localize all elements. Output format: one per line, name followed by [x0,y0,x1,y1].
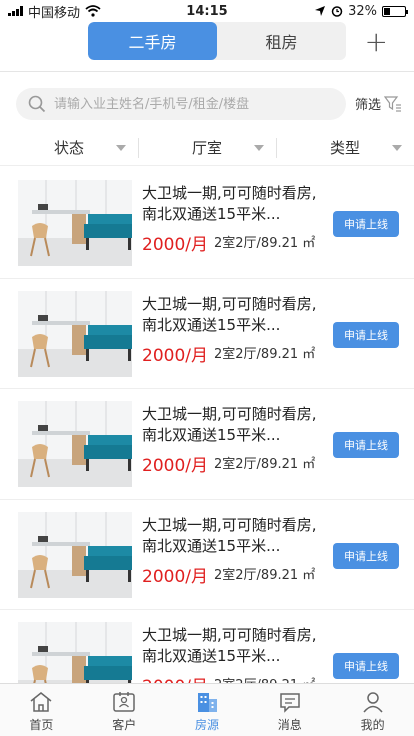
listing-price: 2000/月 [142,456,208,476]
home-icon [30,692,52,712]
listing-price: 2000/月 [142,235,208,255]
apply-online-button[interactable]: 申请上线 [333,321,399,348]
tab-home[interactable]: 首页 [0,684,83,736]
tab-messages[interactable]: 消息 [248,684,331,736]
building-icon [197,693,217,712]
user-icon [362,692,383,713]
listing-list: 大卫城一期,可可随时看房,南北双通送15平米... 2000/月 2室2厅/89… [0,168,414,683]
message-icon [280,693,300,713]
listing-row[interactable]: 大卫城一期,可可随时看房,南北双通送15平米... 2000/月 2室2厅/89… [0,389,414,500]
tab-listings[interactable]: 房源 [166,684,249,736]
tab-clients[interactable]: 客户 [83,684,166,736]
listing-row[interactable]: 大卫城一期,可可随时看房,南北双通送15平米... 2000/月 2室2厅/89… [0,500,414,610]
tab-mine-label: 我的 [360,718,385,732]
listing-title: 大卫城一期,可可随时看房,南北双通送15平米... [142,626,317,665]
apply-online-button[interactable]: 申请上线 [333,432,399,458]
search-row: 筛选 [0,88,414,120]
listing-spec: 2室2厅/89.21 ㎡ [214,346,316,362]
filter-label: 筛选 [355,98,382,113]
bottom-tabbar: 首页 客户 房源 消息 我的 [0,683,414,736]
apply-online-button[interactable]: 申请上线 [333,542,399,569]
listing-photo [18,511,132,598]
funnel-icon [384,95,402,112]
top-header: 二手房 租房 + [0,22,414,72]
search-box [16,88,346,120]
listing-title: 大卫城一期,可可随时看房,南北双通送15平米... [142,294,317,334]
listing-title: 大卫城一期,可可随时看房,南北双通送15平米... [142,515,317,555]
listing-row[interactable]: 大卫城一期,可可随时看房,南北双通送15平米... 2000/月 2室2厅/89… [0,168,414,279]
listing-spec: 2室2厅/89.21 ㎡ [214,457,316,472]
apply-online-button[interactable]: 申请上线 [333,653,399,679]
tab-mine[interactable]: 我的 [331,684,414,736]
battery-icon [382,5,408,17]
listing-row[interactable]: 大卫城一期,可可随时看房,南北双通送15平米... 2000/月 2室2厅/89… [0,279,414,389]
listing-row[interactable]: 大卫城一期,可可随时看房,南北双通送15平米... 2000/月 2室2厅/89… [0,610,414,683]
listing-price: 2000/月 [142,566,208,587]
caret-down-icon [116,145,126,151]
filter-type[interactable]: 类型 [276,130,414,165]
tab-rental[interactable]: 租房 [217,22,346,60]
clock: 14:15 [186,3,228,19]
listing-title: 大卫城一期,可可随时看房,南北双通送15平米... [142,405,317,444]
caret-down-icon [392,145,402,151]
filter-type-label: 类型 [329,139,360,157]
listing-spec: 2室2厅/89.21 ㎡ [214,567,316,583]
apply-online-button[interactable]: 申请上线 [333,211,399,237]
contact-card-icon [113,692,135,712]
listing-spec: 2室2厅/89.21 ㎡ [214,236,316,251]
caret-down-icon [254,145,264,151]
filter-button[interactable]: 筛选 [355,94,402,113]
tab-second-hand[interactable]: 二手房 [88,22,217,60]
listing-spec: 2室2厅/89.21 ㎡ [214,674,315,683]
tab-messages-label: 消息 [277,718,302,732]
tab-home-label: 首页 [29,718,54,732]
listing-price: 2000/月 [142,672,208,683]
status-bar: 中国移动 14:15 32% [0,0,414,22]
search-input[interactable] [54,96,324,112]
listing-title: 大卫城一期,可可随时看房,南北双通送15平米... [142,184,317,223]
search-icon [28,95,46,113]
listing-photo [18,622,132,683]
segment-control: 二手房 租房 [88,22,346,60]
tab-listings-label: 房源 [194,718,219,732]
tab-clients-label: 客户 [112,718,137,732]
filter-bar: 状态 厅室 类型 [0,130,414,166]
filter-rooms-label: 厅室 [191,139,222,157]
listing-photo [18,290,132,377]
filter-status-label: 状态 [53,139,84,157]
filter-status[interactable]: 状态 [0,130,138,165]
filter-rooms[interactable]: 厅室 [138,130,276,165]
listing-price: 2000/月 [142,345,208,366]
listing-photo [18,180,132,266]
listing-photo [18,401,132,487]
plus-icon[interactable]: + [365,28,388,56]
